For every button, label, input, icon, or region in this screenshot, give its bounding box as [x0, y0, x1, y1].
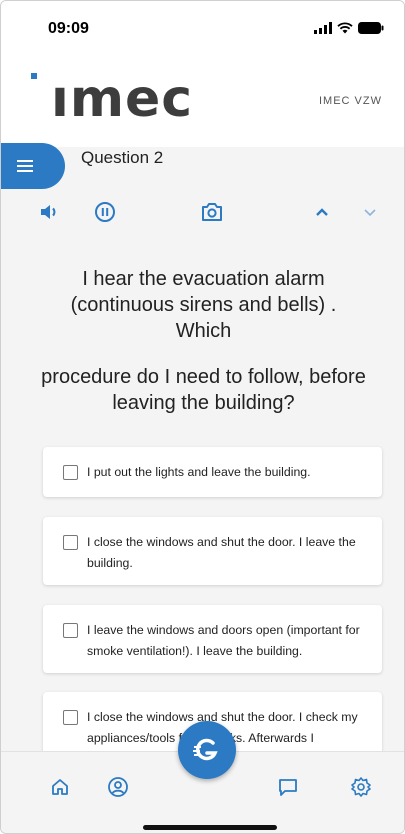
answer-checkbox[interactable] — [63, 465, 78, 480]
pause-icon[interactable] — [93, 201, 117, 223]
answer-option-3[interactable]: I leave the windows and doors open (impo… — [43, 605, 382, 673]
answer-label: I put out the lights and leave the build… — [87, 465, 311, 479]
question-text-line1: I hear the evacuation alarm (continuous … — [70, 268, 337, 342]
app-header: ımec IMEC VZW — [1, 51, 404, 147]
answer-label: I leave the windows and doors open (impo… — [87, 623, 360, 658]
app-frame: 09:09 ımec IMEC VZW Question 2 I hear th… — [0, 0, 405, 834]
answer-label: I close the windows and shut the door. I… — [87, 535, 356, 570]
wifi-icon — [337, 22, 353, 34]
question-title: Question 2 — [81, 148, 164, 167]
settings-icon[interactable] — [346, 772, 376, 802]
answer-option-2[interactable]: I close the windows and shut the door. I… — [43, 517, 382, 585]
chevron-down-icon[interactable] — [358, 201, 382, 223]
speaker-icon[interactable] — [37, 201, 61, 223]
fab-button[interactable] — [178, 721, 236, 779]
answer-checkbox[interactable] — [63, 623, 78, 638]
question-text: I hear the evacuation alarm (continuous … — [41, 266, 366, 416]
status-icons — [314, 22, 384, 34]
answer-option-1[interactable]: I put out the lights and leave the build… — [43, 447, 382, 497]
g-logo-icon — [193, 738, 218, 761]
answer-checkbox[interactable] — [63, 535, 78, 550]
answer-checkbox[interactable] — [63, 710, 78, 725]
home-icon[interactable] — [45, 772, 75, 802]
chat-icon[interactable] — [273, 772, 303, 802]
status-bar: 09:09 — [1, 1, 404, 51]
menu-button[interactable] — [1, 143, 65, 189]
home-indicator — [143, 825, 277, 830]
chevron-up-icon[interactable] — [310, 201, 334, 223]
question-text-line2: procedure do I need to follow, before le… — [41, 366, 366, 414]
camera-icon[interactable] — [200, 201, 224, 223]
imec-logo: ımec — [51, 69, 194, 129]
logo-dot — [31, 73, 37, 79]
battery-icon — [358, 22, 384, 34]
org-name: IMEC VZW — [319, 95, 382, 107]
signal-icon — [314, 22, 332, 34]
profile-icon[interactable] — [103, 772, 133, 802]
hamburger-menu-icon — [17, 160, 33, 172]
status-time: 09:09 — [48, 20, 89, 37]
